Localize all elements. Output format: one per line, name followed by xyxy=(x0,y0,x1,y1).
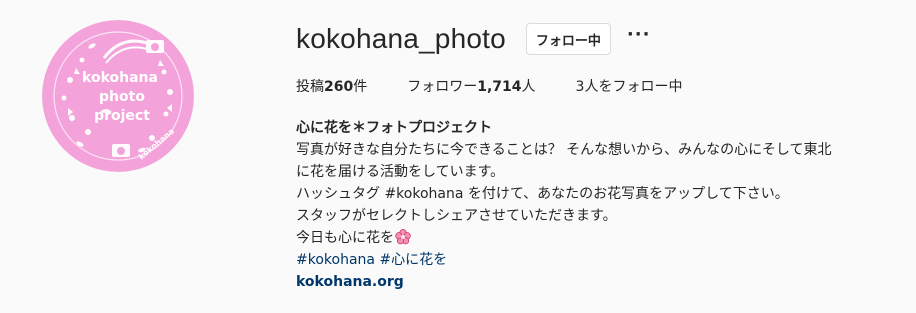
followers-suffix: 人 xyxy=(521,79,536,95)
followers-link[interactable]: フォロワー1,714人 xyxy=(407,76,535,96)
bio-line-4: スタッフがセレクトしシェアさせていただきます。 xyxy=(296,208,617,224)
followers-number: 1,714 xyxy=(477,79,522,95)
website-link[interactable]: kokohana.org xyxy=(296,274,404,290)
bio-line-2: に花を届ける活動をしています。 xyxy=(296,164,505,180)
avatar-text-line2: photo xyxy=(99,89,145,105)
following-button[interactable]: フォロー中 xyxy=(525,23,611,55)
profile-bio: 心に花を＊フォトプロジェクト 写真が好きな自分たちに今できることは？ そんな想い… xyxy=(296,117,906,293)
following-link[interactable]: 3人をフォロー中 xyxy=(576,76,683,96)
posts-suffix: 件 xyxy=(353,79,368,95)
profile-header: kokohana_photo フォロー中 ··· xyxy=(296,22,650,56)
bio-line-5-container: 今日も心に花を xyxy=(296,227,906,249)
more-options-icon[interactable]: ··· xyxy=(627,26,651,44)
username: kokohana_photo xyxy=(296,23,506,54)
followers-label: フォロワー xyxy=(407,79,478,95)
hashtags[interactable]: #kokohana #心に花を xyxy=(296,249,906,271)
bio-line-3: ハッシュタグ #kokohana を付けて、あなたのお花写真をアップして下さい。 xyxy=(296,186,789,202)
posts-number: 260 xyxy=(324,79,354,95)
posts-count: 投稿260件 xyxy=(296,76,367,96)
posts-label: 投稿 xyxy=(296,79,324,95)
profile-stats: 投稿260件 フォロワー1,714人 3人をフォロー中 xyxy=(296,76,722,96)
cherry-blossom-icon xyxy=(395,229,411,245)
bio-line-5: 今日も心に花を xyxy=(296,230,394,246)
avatar[interactable]: kokohana photo project kokohana xyxy=(42,20,194,172)
profile-name: 心に花を＊フォトプロジェクト xyxy=(296,120,492,136)
avatar-text-line1: kokohana xyxy=(82,70,158,86)
avatar-text-line3: project xyxy=(94,108,150,124)
bio-line-1: 写真が好きな自分たちに今できることは？ そんな想いから、みんなの心にそして東北 xyxy=(296,142,832,158)
